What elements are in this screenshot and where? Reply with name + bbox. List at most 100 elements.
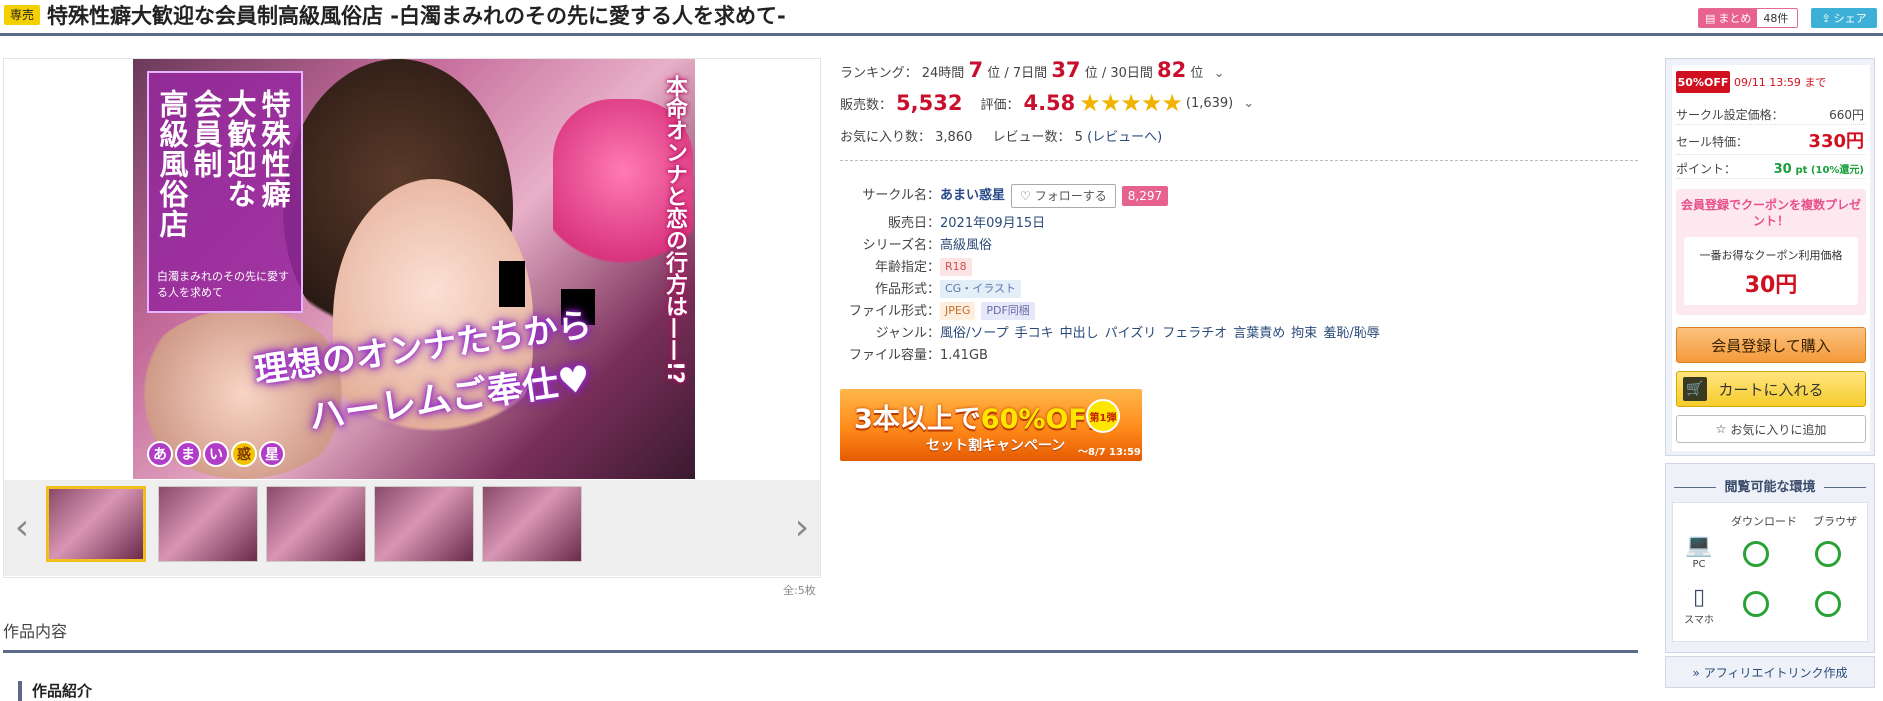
campaign-date: 〜8/7 13:59 [1078, 447, 1141, 458]
section-header: 作品内容 [3, 620, 1638, 653]
campaign-headline: 3本以上で60%OFF! [854, 397, 1118, 436]
rating-stars-icon: ★★★★★ [1079, 89, 1183, 117]
share-icon: ⇪ [1821, 11, 1831, 25]
env-pc-label: PC [1692, 559, 1706, 570]
matome-count: 48件 [1763, 12, 1789, 25]
spec-key: ファイル形式： [848, 304, 940, 319]
env-pc: 💻 PC [1681, 533, 1717, 570]
exclusive-badge: 専売 [4, 5, 41, 25]
rating-value: 4.58 [1023, 91, 1076, 115]
add-favorite-button[interactable]: ☆ お気に入りに追加 [1676, 415, 1866, 443]
release-date-link[interactable]: 2021年09月15日 [940, 214, 1045, 234]
campaign-banner[interactable]: 3本以上で60%OFF! 第1弾 セット割キャンペーン 〜8/7 13:59 [840, 389, 1142, 461]
add-to-cart-button[interactable]: 🛒 カートに入れる [1676, 371, 1866, 407]
list-price-label: サークル設定価格： [1676, 108, 1784, 122]
genre-link[interactable]: パイズリ [1105, 324, 1157, 344]
image-gallery: 特殊性癖 大歓迎な 会員制 高級風俗店 白濁まみれのその先に愛する人を求めて 本… [3, 58, 821, 578]
laptop-icon: 💻 [1685, 533, 1713, 558]
spec-key: サークル名： [862, 188, 940, 203]
section-title: 作品内容 [3, 622, 68, 641]
register-and-buy-button[interactable]: 会員登録して購入 [1676, 327, 1866, 363]
follow-button[interactable]: ♡ フォローする [1011, 184, 1116, 208]
censor-bar [499, 261, 525, 307]
campaign-seal-icon: 第1弾 [1086, 399, 1120, 433]
thumbnail[interactable] [266, 486, 366, 562]
review-value: 5 [1074, 130, 1083, 145]
point-unit: pt (10%還元) [1795, 165, 1865, 176]
matome-button[interactable]: ▤ まとめ 48件 [1698, 8, 1798, 28]
coupon-box[interactable]: 会員登録でクーポンを複数プレゼント！ 一番お得なクーポン利用価格 30円 [1676, 189, 1866, 315]
ranking-unit: 位 [1190, 66, 1204, 81]
available-icon [1815, 541, 1841, 567]
genre-link[interactable]: フェラチオ [1162, 324, 1227, 344]
thumbnail-strip: ‹ › [4, 480, 820, 576]
environment-box: 閲覧可能な環境 ダウンロード ブラウザ 💻 PC ▯ スマホ [1665, 463, 1875, 653]
coupon-price: 30円 [1744, 273, 1798, 298]
star-icon: ☆ [1715, 422, 1727, 436]
spec-key: ジャンル： [875, 326, 940, 341]
genre-link[interactable]: 風俗/ソープ [940, 324, 1009, 344]
sales-label: 販売数： [840, 97, 893, 113]
cover-title-line: 高級風俗店 [155, 89, 189, 239]
ranking-label: ランキング： [840, 66, 918, 81]
matome-label: まとめ [1718, 12, 1752, 25]
thumbnail[interactable] [158, 486, 258, 562]
rating-expand-icon[interactable]: ⌄ [1243, 96, 1254, 111]
format-tag[interactable]: CG・イラスト [940, 280, 1021, 298]
spec-key: ファイル容量： [848, 348, 940, 363]
file-format-tag[interactable]: PDF同梱 [981, 302, 1035, 320]
prev-arrow-icon[interactable]: ‹ [10, 504, 34, 552]
genre-link[interactable]: 羞恥/恥辱 [1323, 324, 1379, 344]
spec-key: 年齢指定： [874, 260, 940, 275]
add-favorite-label: お気に入りに追加 [1730, 422, 1827, 437]
sale-badge: 50%OFF [1676, 71, 1730, 93]
cover-subtitle: 白濁まみれのその先に愛する人を求めて [157, 270, 289, 299]
file-format-tag[interactable]: JPEG [940, 302, 976, 320]
thumbnail[interactable] [482, 486, 582, 562]
affiliate-link[interactable]: » アフィリエイトリンク作成 [1665, 656, 1875, 688]
env-download-header: ダウンロード [1731, 515, 1797, 528]
series-link[interactable]: 高級風俗 [940, 236, 992, 256]
ranking-24h-value: 7 [968, 58, 984, 82]
coupon-label: 一番お得なクーポン利用価格 [1699, 249, 1843, 262]
spec-key: シリーズ名： [862, 238, 940, 253]
thumbnail[interactable] [374, 486, 474, 562]
coupon-headline: 会員登録でクーポンを複数プレゼント！ [1680, 198, 1861, 228]
sales-value: 5,532 [896, 91, 963, 115]
favorites-label: お気に入り数： [840, 130, 932, 145]
point-value: 30 [1773, 162, 1792, 177]
cover-side-text: 本命オンナと恋の行方は——!? [662, 75, 687, 384]
share-button[interactable]: ⇪ シェア [1811, 8, 1877, 28]
ranking-unit: 位 [987, 66, 1001, 81]
main-cover-image[interactable]: 特殊性癖 大歓迎な 会員制 高級風俗店 白濁まみれのその先に愛する人を求めて 本… [133, 59, 695, 479]
image-count: 全:5枚 [783, 584, 816, 597]
campaign-headline-pre: 3本以上で [854, 404, 981, 435]
genre-link[interactable]: 手コキ [1015, 324, 1054, 344]
favorites-value: 3,860 [935, 130, 973, 145]
heart-icon: ♡ [1020, 189, 1031, 203]
genre-link[interactable]: 拘束 [1291, 324, 1317, 344]
ranking-30d-label: 30日間 [1110, 66, 1153, 81]
ranking-expand-icon[interactable]: ⌄ [1214, 66, 1225, 81]
sale-until: 09/11 13:59 まで [1734, 76, 1827, 89]
next-arrow-icon[interactable]: › [790, 504, 814, 552]
genre-link[interactable]: 言葉責め [1233, 324, 1285, 344]
divider [840, 160, 1638, 161]
logo-char: い [203, 441, 229, 467]
review-link[interactable]: (レビューへ) [1087, 130, 1162, 145]
logo-char: あ [147, 441, 173, 467]
logo-char: ま [175, 441, 201, 467]
circle-name-link[interactable]: あまい惑星 [940, 186, 1005, 206]
spec-key: 販売日： [887, 216, 940, 231]
title-bar: 専売 特殊性癖大歓迎な会員制高級風俗店 -白濁まみれのその先に愛する人を求めて-… [0, 0, 1883, 36]
thumbnail[interactable] [46, 486, 146, 562]
file-size: 1.41GB [940, 348, 988, 363]
genre-link[interactable]: 中出し [1060, 324, 1099, 344]
logo-char: 星 [259, 441, 285, 467]
cover-title-line: 大歓迎な [223, 89, 257, 209]
sale-price-label: セール特価： [1676, 135, 1749, 149]
available-icon [1815, 591, 1841, 617]
env-sp-label: スマホ [1684, 615, 1714, 626]
age-tag[interactable]: R18 [940, 258, 972, 276]
follow-label: フォローする [1034, 189, 1107, 203]
